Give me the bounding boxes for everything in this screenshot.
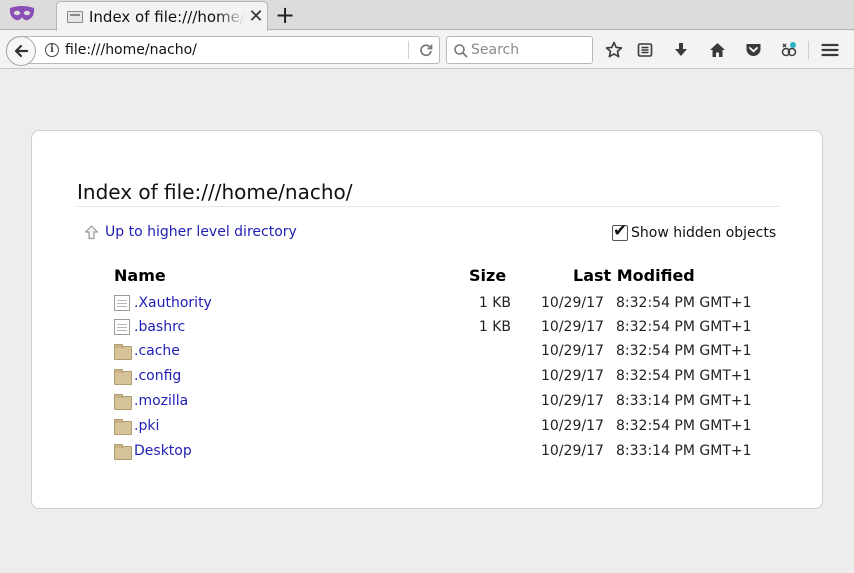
url-bar[interactable]: i file:///home/nacho/ xyxy=(6,36,440,66)
site-info-icon[interactable]: i xyxy=(45,43,59,57)
show-hidden-checkbox[interactable]: ✔ xyxy=(612,221,628,241)
show-hidden-toggle[interactable]: ✔ Show hidden objects xyxy=(612,221,777,243)
extension-icon xyxy=(781,42,797,57)
modified-time: 8:32:54 PM GMT+1 xyxy=(616,418,752,434)
search-input[interactable] xyxy=(471,40,589,60)
modified-date: 10/29/17 xyxy=(541,343,604,359)
folder-link[interactable]: Desktop xyxy=(134,442,192,460)
show-hidden-label: Show hidden objects xyxy=(631,225,777,241)
modified-date: 10/29/17 xyxy=(541,443,604,459)
up-arrow-icon xyxy=(84,224,99,239)
directory-listing-card: Index of file:///home/nacho/ Up to highe… xyxy=(31,130,823,509)
navigation-bar: i file:///home/nacho/ xyxy=(0,31,854,69)
modified-time: 8:33:14 PM GMT+1 xyxy=(616,393,752,409)
tab-strip: Index of file:///home/nacho/ ✕ + xyxy=(0,0,854,31)
download-arrow-icon xyxy=(675,43,687,56)
checkmark-icon: ✔ xyxy=(613,221,628,241)
folder-icon xyxy=(114,393,132,410)
folder-icon xyxy=(114,418,132,435)
modified-time: 8:32:54 PM GMT+1 xyxy=(616,343,752,359)
reload-icon xyxy=(420,44,433,57)
new-tab-button[interactable]: + xyxy=(274,2,296,28)
table-row: Desktop 10/29/17 8:33:14 PM GMT+1 xyxy=(32,441,822,463)
search-bar[interactable] xyxy=(446,36,593,64)
home-icon xyxy=(709,43,725,57)
column-header-name[interactable]: Name xyxy=(114,265,166,287)
file-icon xyxy=(114,295,130,311)
pocket-button[interactable] xyxy=(742,39,764,61)
file-size: 1 KB xyxy=(478,295,511,311)
folder-link[interactable]: .cache xyxy=(134,342,180,360)
table-row: .mozilla 10/29/17 8:33:14 PM GMT+1 xyxy=(32,391,822,413)
star-icon xyxy=(605,41,623,58)
folder-link[interactable]: .mozilla xyxy=(134,392,188,410)
search-icon xyxy=(454,44,468,58)
table-row: .Xauthority 1 KB 10/29/17 8:32:54 PM GMT… xyxy=(32,293,822,315)
url-text[interactable]: file:///home/nacho/ xyxy=(65,41,197,59)
home-button[interactable] xyxy=(706,39,728,61)
table-row: .cache 10/29/17 8:32:54 PM GMT+1 xyxy=(32,341,822,363)
modified-time: 8:32:54 PM GMT+1 xyxy=(616,368,752,384)
url-bar-divider xyxy=(408,41,409,59)
hamburger-menu-icon xyxy=(821,43,839,57)
downloads-button[interactable] xyxy=(670,39,692,61)
column-header-last-modified[interactable]: Last Modified xyxy=(573,265,695,287)
close-tab-icon[interactable]: ✕ xyxy=(247,7,265,27)
tab-active[interactable]: Index of file:///home/nacho/ ✕ xyxy=(56,1,268,31)
modified-date: 10/29/17 xyxy=(541,393,604,409)
title-divider xyxy=(77,206,780,207)
up-directory-label: Up to higher level directory xyxy=(105,224,297,240)
private-browsing-mask-icon[interactable] xyxy=(9,5,35,23)
reload-button[interactable] xyxy=(413,37,439,63)
back-arrow-icon xyxy=(14,44,29,58)
up-directory-link[interactable]: Up to higher level directory xyxy=(84,222,297,242)
page-title: Index of file:///home/nacho/ xyxy=(77,180,353,204)
folder-icon xyxy=(114,368,132,385)
pocket-icon xyxy=(746,44,760,56)
file-link[interactable]: .bashrc xyxy=(134,318,185,336)
file-link[interactable]: .Xauthority xyxy=(134,294,212,312)
file-size: 1 KB xyxy=(478,319,511,335)
bookmark-star-button[interactable] xyxy=(603,39,625,61)
modified-time: 8:32:54 PM GMT+1 xyxy=(616,319,752,335)
modified-date: 10/29/17 xyxy=(541,368,604,384)
reading-list-icon xyxy=(637,43,653,57)
folder-icon xyxy=(114,343,132,360)
back-button[interactable] xyxy=(6,36,36,66)
extension-button[interactable] xyxy=(778,39,800,61)
modified-date: 10/29/17 xyxy=(541,295,604,311)
column-header-size[interactable]: Size xyxy=(469,265,506,287)
modified-time: 8:33:14 PM GMT+1 xyxy=(616,443,752,459)
tab-title: Index of file:///home/nacho/ xyxy=(89,8,245,26)
menu-button[interactable] xyxy=(819,39,841,61)
reader-list-button[interactable] xyxy=(634,39,656,61)
table-row: .pki 10/29/17 8:32:54 PM GMT+1 xyxy=(32,416,822,438)
modified-time: 8:32:54 PM GMT+1 xyxy=(616,295,752,311)
table-row: .bashrc 1 KB 10/29/17 8:32:54 PM GMT+1 xyxy=(32,317,822,339)
folder-link[interactable]: .pki xyxy=(134,417,159,435)
modified-date: 10/29/17 xyxy=(541,319,604,335)
folder-icon xyxy=(114,443,132,460)
page-favicon-icon xyxy=(67,11,83,23)
file-icon xyxy=(114,319,130,335)
folder-link[interactable]: .config xyxy=(134,367,181,385)
modified-date: 10/29/17 xyxy=(541,418,604,434)
table-row: .config 10/29/17 8:32:54 PM GMT+1 xyxy=(32,366,822,388)
toolbar-divider xyxy=(808,41,809,59)
